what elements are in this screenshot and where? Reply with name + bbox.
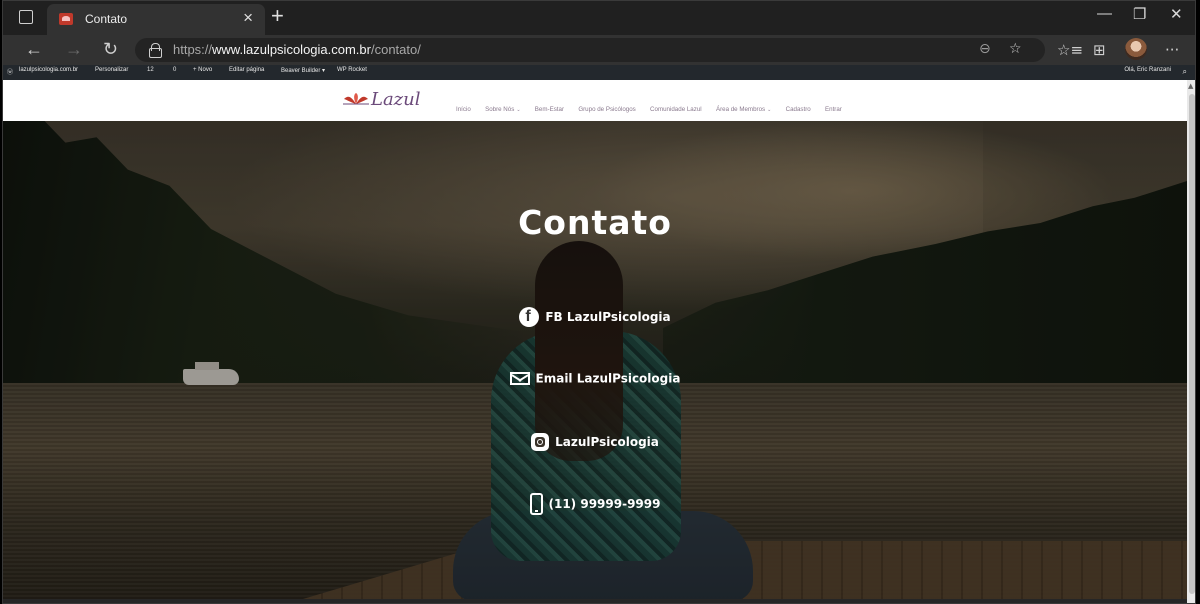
address-bar[interactable]: https://www.lazulpsicologia.com.br/conta… [135,38,1045,62]
phone-link[interactable]: (11) 99999-9999 [3,493,1187,515]
phone-label: (11) 99999-9999 [548,497,661,511]
menu-label: Área de Membros [715,106,766,113]
admin-account-link[interactable]: Olá, Eric Ranzani [1124,67,1171,73]
menu-label: Bem-Estar [534,106,565,113]
instagram-link[interactable]: LazulPsicologia [3,433,1187,451]
menu-item-entrar[interactable]: Entrar [825,106,842,113]
instagram-icon [531,433,550,451]
chevron-down-icon: ⌄ [516,107,521,113]
email-label: Email LazulPsicologia [535,371,681,386]
zoom-icon[interactable]: ⊖ [979,41,991,57]
facebook-icon [519,307,540,327]
tab-close-icon[interactable]: × [243,8,253,28]
site-header: Lazul Início Sobre Nós ⌄ Bem-Estar Grupo … [3,80,1187,121]
smartphone-icon [529,493,543,515]
admin-site-link[interactable]: lazulpsicologia.com.br [19,67,78,73]
page-bottom-edge [3,599,1187,603]
lotus-icon [343,93,369,105]
tab-bar: Contato × + — ❐ ✕ [3,1,1195,35]
collections-icon[interactable]: ⊞ [1093,41,1106,59]
profile-avatar[interactable] [1125,38,1147,60]
menu-label: Sobre Nós [485,106,515,113]
minimize-button[interactable]: — [1097,5,1112,22]
favorites-icon[interactable]: ☆≡ [1057,41,1083,59]
tab-title: Contato [85,12,128,26]
restore-button[interactable]: ❐ [1133,5,1146,23]
more-menu-icon[interactable]: ··· [1165,41,1179,59]
menu-item-sobre-nos[interactable]: Sobre Nós ⌄ [485,106,520,113]
instagram-label: LazulPsicologia [555,435,659,449]
admin-updates-link[interactable]: 12 [147,67,154,73]
tab-actions-icon[interactable] [19,10,33,24]
menu-label: Início [456,106,471,113]
wp-admin-bar: ⓦ lazulpsicologia.com.br Personalizar 12… [3,65,1195,80]
main-menu: Início Sobre Nós ⌄ Bem-Estar Grupo de Psi… [456,96,851,115]
menu-label: Grupo de Psicólogos [578,106,636,113]
admin-edit-page-link[interactable]: Editar página [229,67,264,73]
facebook-label: FB LazulPsicologia [545,310,671,324]
lazul-favicon-icon [59,13,73,25]
admin-search-icon[interactable]: ⌕ [1183,67,1187,77]
wordpress-logo-icon[interactable]: ⓦ [7,67,13,76]
menu-item-cadastro[interactable]: Cadastro [786,106,811,113]
address-bar-row: ← → ↻ https://www.lazulpsicologia.com.br… [3,35,1195,65]
admin-new-link[interactable]: + Novo [193,67,212,73]
chevron-down-icon: ⌄ [767,107,772,113]
hero-overlay [3,121,1187,599]
lock-icon[interactable] [149,43,162,58]
email-link[interactable]: Email LazulPsicologia [3,371,1187,386]
menu-item-comunidade[interactable]: Comunidade Lazul [650,106,702,113]
url-text[interactable]: https://www.lazulpsicologia.com.br/conta… [173,42,421,57]
reload-button[interactable]: ↻ [103,39,118,60]
admin-comments-link[interactable]: 0 [173,67,176,73]
scroll-up-icon[interactable]: ▲ [1188,82,1193,90]
new-tab-button[interactable]: + [271,3,284,29]
page-title: Contato [518,203,672,242]
page-scrollbar[interactable]: ▲ [1187,80,1195,603]
menu-item-area-membros[interactable]: Área de Membros ⌄ [716,106,771,113]
scroll-thumb[interactable] [1189,94,1195,594]
menu-item-grupo-psicologos[interactable]: Grupo de Psicólogos [578,106,635,113]
back-button[interactable]: ← [25,39,43,60]
menu-item-bem-estar[interactable]: Bem-Estar [535,106,564,113]
logo-text: Lazul [371,89,421,110]
url-domain: www.lazulpsicologia.com.br [212,42,371,57]
add-favorite-icon[interactable]: ☆ [1009,41,1022,57]
browser-tab[interactable]: Contato × [47,4,265,35]
menu-label: Entrar [825,106,842,113]
admin-wp-rocket-link[interactable]: WP Rocket [337,67,367,73]
close-window-button[interactable]: ✕ [1170,5,1183,23]
url-path: /contato/ [370,42,421,57]
forward-button[interactable]: → [65,39,83,60]
menu-item-inicio[interactable]: Início [456,106,471,113]
menu-label: Comunidade Lazul [650,106,702,113]
admin-customize-link[interactable]: Personalizar [95,67,128,73]
menu-label: Cadastro [785,106,811,113]
envelope-icon [509,372,530,385]
hero-section: Contato FB LazulPsicologia Email LazulPs… [3,121,1187,599]
admin-beaver-builder-link[interactable]: Beaver Builder ▾ [281,67,325,74]
url-prefix: https:// [173,42,213,57]
facebook-link[interactable]: FB LazulPsicologia [3,307,1187,327]
browser-window: Contato × + — ❐ ✕ ← → ↻ https://www.lazu… [2,0,1196,604]
